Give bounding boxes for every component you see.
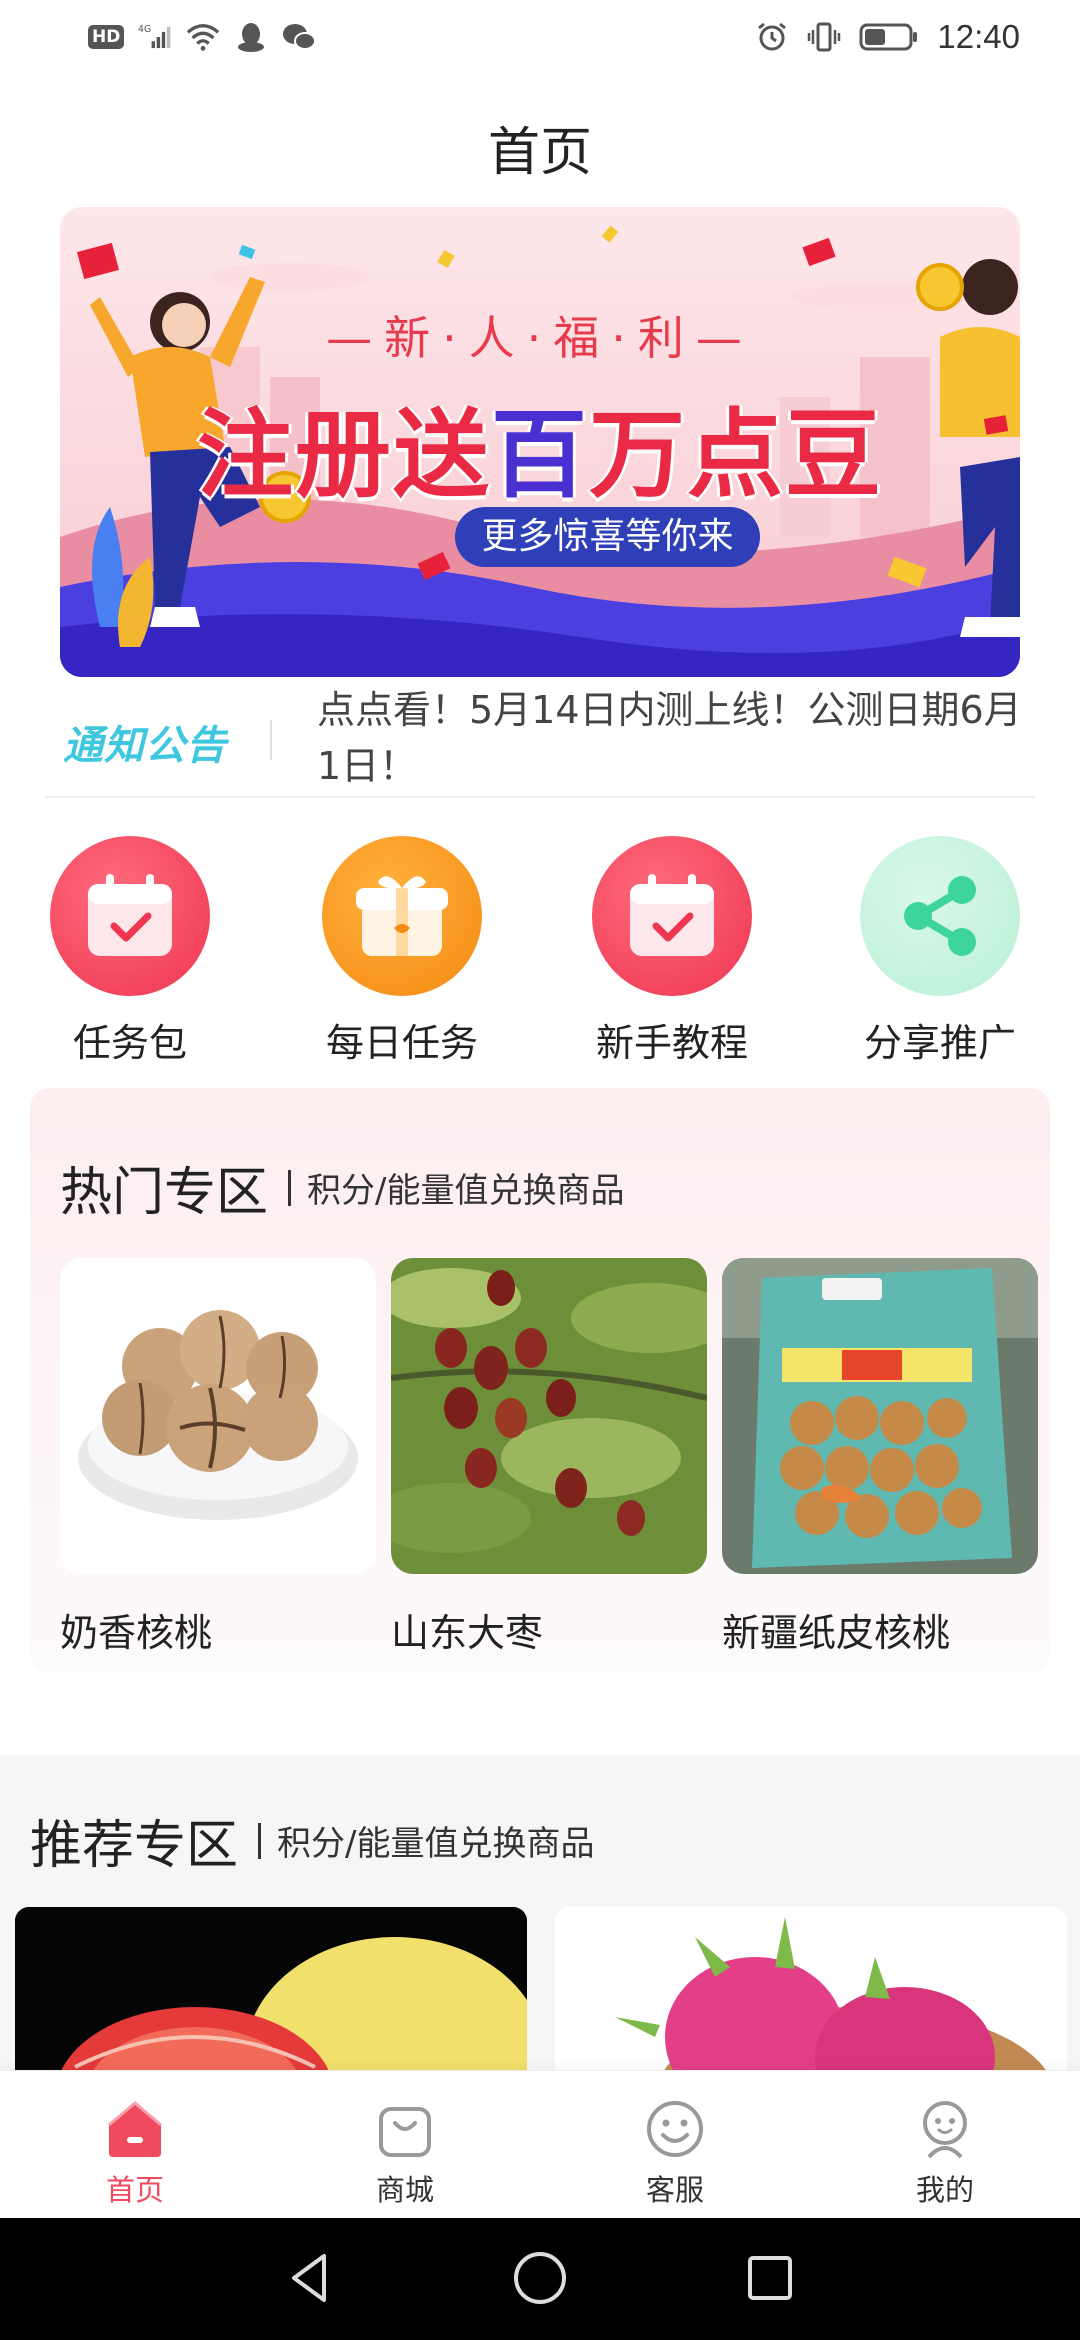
tab-mall[interactable]: 商城 [325, 2099, 485, 2209]
recommend-zone-section: 推荐专区 积分/能量值兑换商品 [0, 1755, 1080, 2107]
alarm-icon [755, 20, 789, 54]
wifi-icon [186, 20, 220, 54]
product-card[interactable]: 新疆纸皮核桃 [722, 1258, 1038, 1657]
product-image-paper-walnut [722, 1258, 1038, 1574]
tab-label: 我的 [915, 2173, 974, 2207]
tab-home[interactable]: 首页 [55, 2099, 215, 2209]
tab-label: 首页 [105, 2173, 164, 2207]
section-divider [258, 1822, 262, 1859]
share-icon [860, 836, 1020, 996]
home-icon [105, 2099, 165, 2159]
quick-menu-daily-task[interactable]: 每日任务 [302, 830, 502, 1067]
banner-headline-suffix: 万点豆 [589, 399, 883, 511]
recommend-zone-subtitle: 积分/能量值兑换商品 [277, 1824, 595, 1864]
vibrate-icon [807, 20, 841, 54]
hd-icon: HD [88, 25, 125, 49]
notice-divider [270, 720, 272, 760]
notice-text[interactable]: 点点看！5月14日内测上线！公测日期6月1日！ [317, 682, 1037, 794]
product-name: 新疆纸皮核桃 [722, 1611, 951, 1655]
promo-banner[interactable]: —新·人·福·利— 注册送百万点豆 更多惊喜等你来 [60, 207, 1020, 677]
wechat-icon [282, 20, 317, 54]
quick-menu-label: 分享推广 [863, 1021, 1016, 1065]
quick-menu-label: 每日任务 [325, 1021, 478, 1065]
product-card[interactable]: 山东大枣 [391, 1258, 707, 1657]
banner-pill-button[interactable]: 更多惊喜等你来 [455, 507, 760, 567]
smiley-icon [645, 2099, 705, 2159]
network-type-label: 4G [138, 24, 151, 35]
banner-subtitle: —新·人·福·利— [326, 311, 754, 365]
quick-menu-label: 任务包 [72, 1021, 187, 1065]
recents-square-icon [748, 2256, 792, 2300]
qq-icon [234, 20, 268, 54]
status-bar: HD 4G 12:40 [0, 0, 1080, 84]
banner-headline-emphasis: 百 [491, 399, 589, 511]
quick-menu-label: 新手教程 [595, 1021, 748, 1065]
signal-icon: 4G [138, 20, 172, 54]
user-icon [915, 2099, 975, 2159]
quick-menu: 任务包 每日任务 新手教程 分享推广 [0, 830, 1080, 1065]
status-right: 12:40 [755, 18, 1020, 56]
quick-menu-share[interactable]: 分享推广 [840, 830, 1040, 1067]
calendar-check-icon [592, 836, 752, 996]
product-name: 山东大枣 [391, 1611, 544, 1655]
screen: HD 4G 12:40 首页 —新·人·福·利— 注册送百万点豆 更多惊喜等你来… [0, 0, 1080, 2340]
recommend-zone-title: 推荐专区 [30, 1816, 239, 1876]
notice-bar[interactable]: 通知公告 点点看！5月14日内测上线！公测日期6月1日！ [45, 680, 1035, 798]
back-triangle-icon [292, 2254, 326, 2302]
tab-label: 客服 [645, 2173, 704, 2207]
home-circle-icon [514, 2252, 566, 2304]
battery-icon [859, 20, 919, 54]
product-card[interactable]: 奶香核桃 [60, 1258, 376, 1657]
product-image-jujube [391, 1258, 707, 1574]
notice-logo: 通知公告 [63, 723, 227, 769]
section-divider [288, 1169, 292, 1206]
hot-zone-section: 热门专区 积分/能量值兑换商品 奶香核桃 山东大枣 新疆纸皮核桃 [30, 1088, 1050, 1673]
recommend-zone-header: 推荐专区 积分/能量值兑换商品 [30, 1803, 594, 1878]
bottom-tab-bar: 首页 商城 客服 我的 [0, 2070, 1080, 2218]
system-nav-bar [0, 2218, 1080, 2340]
hot-zone-title: 热门专区 [60, 1163, 269, 1223]
nav-recents-button[interactable] [740, 2248, 800, 2308]
banner-headline: 注册送百万点豆 [60, 377, 1020, 516]
quick-menu-tutorial[interactable]: 新手教程 [572, 830, 772, 1067]
quick-menu-task-pack[interactable]: 任务包 [30, 830, 230, 1067]
status-time: 12:40 [937, 18, 1020, 55]
banner-headline-prefix: 注册送 [197, 399, 491, 511]
tab-profile[interactable]: 我的 [865, 2099, 1025, 2209]
shopping-bag-icon [375, 2099, 435, 2159]
tab-label: 商城 [375, 2173, 434, 2207]
hot-zone-header: 热门专区 积分/能量值兑换商品 [60, 1150, 624, 1225]
tab-customer-service[interactable]: 客服 [595, 2099, 755, 2209]
product-image-walnut [60, 1258, 376, 1574]
nav-home-button[interactable] [510, 2248, 570, 2308]
nav-back-button[interactable] [280, 2248, 340, 2308]
page-title: 首页 [487, 123, 592, 183]
calendar-check-icon [50, 836, 210, 996]
hot-zone-subtitle: 积分/能量值兑换商品 [307, 1171, 625, 1211]
product-name: 奶香核桃 [60, 1611, 213, 1655]
status-left: HD 4G [88, 20, 317, 54]
gift-box-icon [322, 836, 482, 996]
